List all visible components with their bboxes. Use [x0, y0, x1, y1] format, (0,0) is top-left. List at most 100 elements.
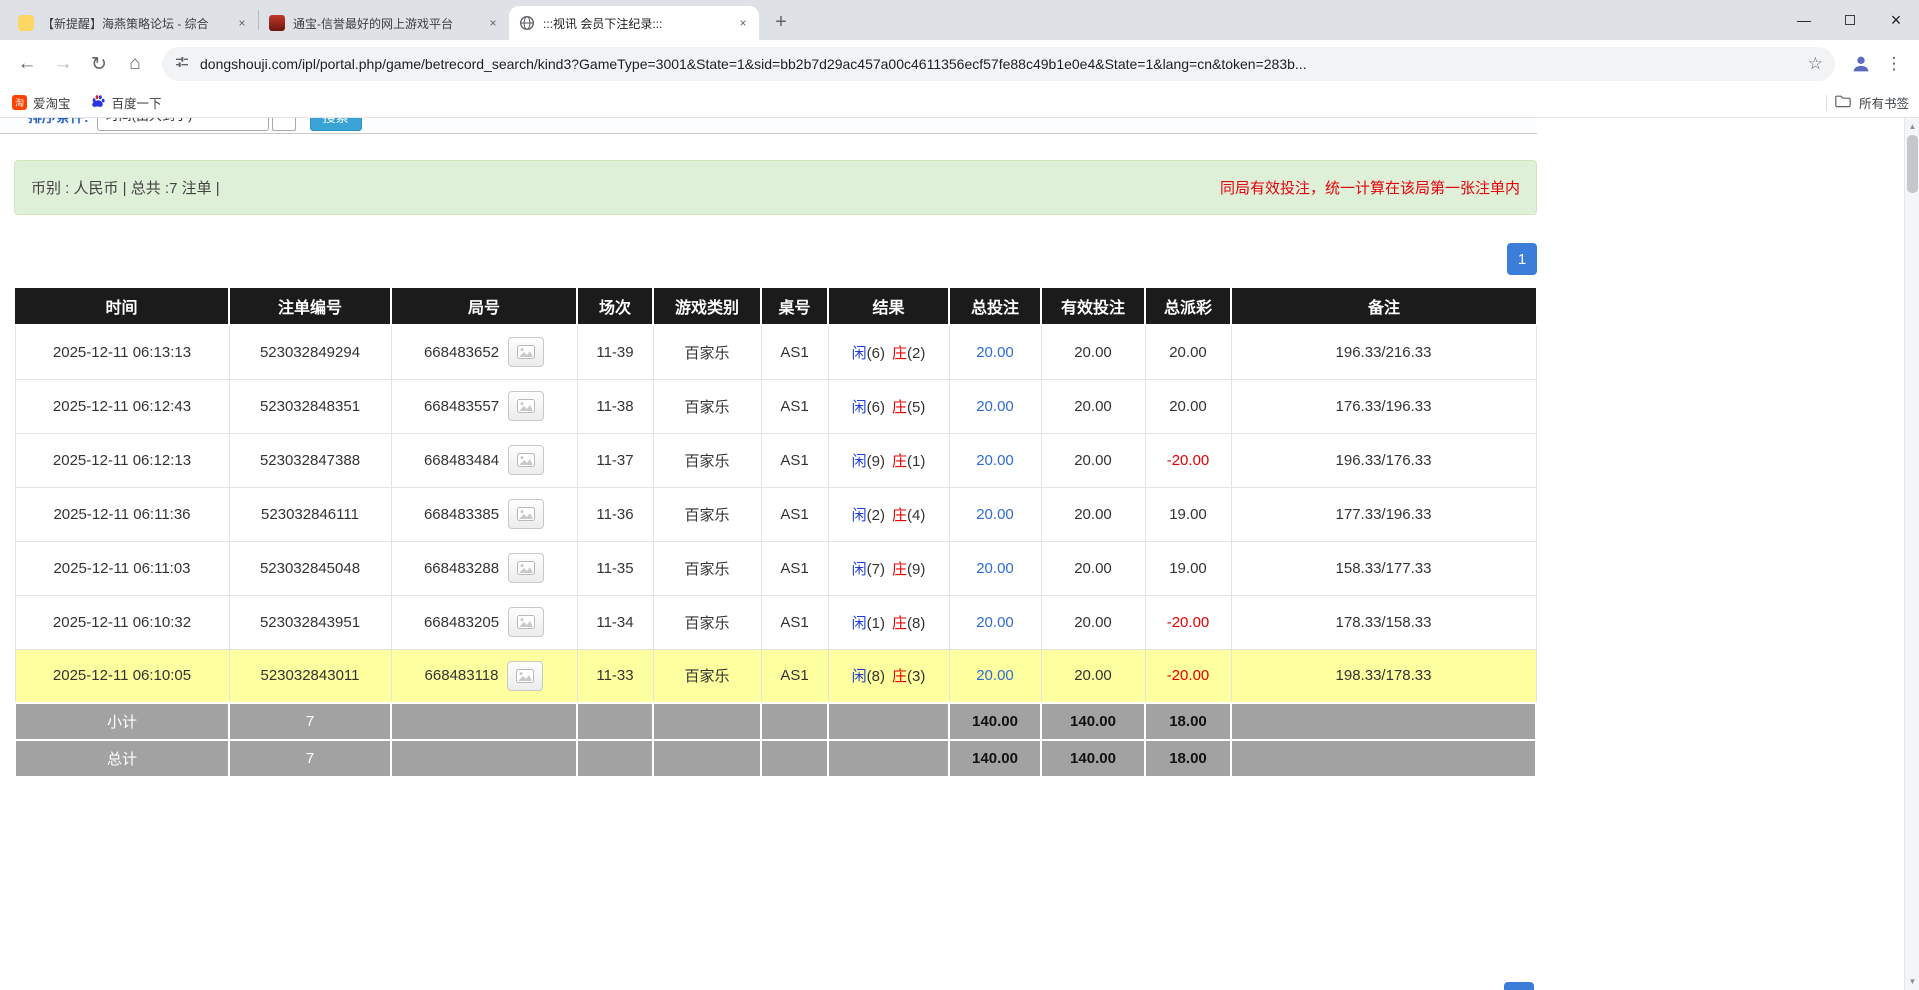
page-1-button[interactable]: 1 — [1507, 243, 1537, 275]
cell-game-type: 百家乐 — [653, 487, 761, 541]
scrollbar-thumb[interactable] — [1907, 135, 1918, 193]
search-button[interactable]: 搜索 — [310, 118, 362, 131]
close-tab-icon[interactable]: × — [735, 15, 751, 31]
cell-payout: 19.00 — [1145, 487, 1231, 541]
folder-icon — [1835, 94, 1851, 111]
result-player-num: (2) — [867, 507, 885, 524]
cell-total-bet[interactable]: 20.00 — [949, 325, 1041, 379]
new-tab-button[interactable]: + — [767, 8, 795, 36]
bookmark-star-icon[interactable]: ☆ — [1808, 54, 1823, 74]
minimize-button[interactable]: — — [1781, 0, 1827, 40]
cell-empty — [761, 740, 828, 777]
navigation-bar: ← → ↻ ⌂ dongshouji.com/ipl/portal.php/ga… — [0, 40, 1919, 88]
cell-empty — [761, 703, 828, 740]
bookmark-label: 百度一下 — [112, 93, 162, 112]
bookmark-baidu[interactable]: 百度一下 — [91, 93, 162, 112]
round-replay-button[interactable] — [508, 553, 544, 583]
cell-table-no: AS1 — [761, 595, 828, 649]
cell-game-type: 百家乐 — [653, 541, 761, 595]
result-player: 闲 — [852, 399, 867, 416]
forward-button[interactable]: → — [46, 47, 80, 81]
pagination-bottom-cutoff[interactable] — [1504, 982, 1534, 990]
result-banker: 庄 — [892, 507, 907, 524]
cell-bet-id: 523032848351 — [229, 379, 391, 433]
cell-payout: -20.00 — [1145, 433, 1231, 487]
cell-empty — [828, 703, 949, 740]
cell-total-bet[interactable]: 20.00 — [949, 379, 1041, 433]
cell-session: 11-36 — [577, 487, 653, 541]
cell-remark: 158.33/177.33 — [1231, 541, 1536, 595]
col-bet-id: 注单编号 — [229, 288, 391, 325]
result-player: 闲 — [852, 345, 867, 362]
result-banker-num: (2) — [907, 345, 925, 362]
result-banker: 庄 — [892, 399, 907, 416]
cell-remark: 177.33/196.33 — [1231, 487, 1536, 541]
cell-round-id: 668483288 — [391, 541, 577, 595]
cell-bet-id: 523032849294 — [229, 325, 391, 379]
close-window-button[interactable]: × — [1873, 0, 1919, 40]
bookmark-taobao[interactable]: 淘 爱淘宝 — [12, 93, 71, 112]
cell-total-bet[interactable]: 20.00 — [949, 595, 1041, 649]
cell-bet-id: 523032847388 — [229, 433, 391, 487]
cell-total-bet[interactable]: 20.00 — [949, 433, 1041, 487]
col-payout: 总派彩 — [1145, 288, 1231, 325]
result-player-num: (6) — [867, 399, 885, 416]
sort-spinner[interactable] — [272, 118, 296, 131]
cell-total-bet[interactable]: 20.00 — [949, 541, 1041, 595]
total-valid-bet: 140.00 — [1041, 740, 1145, 777]
round-replay-button[interactable] — [508, 499, 544, 529]
sort-select[interactable]: 时间(由大到小) — [97, 118, 269, 131]
tab-forum[interactable]: 【新提醒】海燕策略论坛 - 综合 × — [8, 6, 258, 40]
all-bookmarks[interactable]: 所有书签 — [1826, 93, 1909, 112]
refresh-button[interactable]: ↻ — [82, 47, 116, 81]
close-tab-icon[interactable]: × — [485, 15, 501, 31]
result-banker: 庄 — [892, 345, 907, 362]
total-label: 总计 — [15, 740, 229, 777]
scroll-down-icon[interactable]: ▼ — [1905, 977, 1919, 986]
subtotal-count: 7 — [229, 703, 391, 740]
round-id: 668483385 — [424, 506, 499, 523]
scroll-up-icon[interactable]: ▲ — [1905, 122, 1919, 131]
round-replay-button[interactable] — [508, 391, 544, 421]
cell-round-id: 668483385 — [391, 487, 577, 541]
cell-valid-bet: 20.00 — [1041, 325, 1145, 379]
cell-empty — [653, 740, 761, 777]
profile-avatar[interactable] — [1845, 48, 1877, 80]
cell-time: 2025-12-11 06:13:13 — [15, 325, 229, 379]
cell-valid-bet: 20.00 — [1041, 595, 1145, 649]
round-replay-button[interactable] — [508, 337, 544, 367]
tongbao-favicon-icon — [269, 15, 285, 31]
result-banker-num: (5) — [907, 399, 925, 416]
cell-result: 闲(2)庄(4) — [828, 487, 949, 541]
table-row: 2025-12-11 06:11:03 523032845048 6684832… — [15, 541, 1536, 595]
site-info-icon[interactable] — [174, 54, 190, 75]
cell-remark: 196.33/176.33 — [1231, 433, 1536, 487]
tab-bet-record[interactable]: :::视讯 会员下注纪录::: × — [509, 6, 759, 40]
close-tab-icon[interactable]: × — [234, 15, 250, 31]
cell-remark: 196.33/216.33 — [1231, 325, 1536, 379]
cell-empty — [653, 703, 761, 740]
vertical-scrollbar[interactable]: ▲ ▼ — [1904, 118, 1919, 990]
round-id: 668483557 — [424, 398, 499, 415]
cell-total-bet[interactable]: 20.00 — [949, 649, 1041, 703]
cell-table-no: AS1 — [761, 433, 828, 487]
cell-time: 2025-12-11 06:11:03 — [15, 541, 229, 595]
address-bar[interactable]: dongshouji.com/ipl/portal.php/game/betre… — [162, 47, 1835, 81]
tab-tongbao[interactable]: 通宝-信誉最好的网上游戏平台 × — [259, 6, 509, 40]
cell-total-bet[interactable]: 20.00 — [949, 487, 1041, 541]
cell-round-id: 668483205 — [391, 595, 577, 649]
replay-photo-icon — [517, 561, 535, 575]
home-button[interactable]: ⌂ — [118, 47, 152, 81]
round-replay-button[interactable] — [508, 445, 544, 475]
taobao-icon: 淘 — [12, 95, 27, 110]
cell-payout: 19.00 — [1145, 541, 1231, 595]
browser-menu-button[interactable]: ⋮ — [1879, 47, 1909, 81]
cell-empty — [1231, 740, 1536, 777]
cell-time: 2025-12-11 06:10:32 — [15, 595, 229, 649]
bet-record-table: 时间 注单编号 局号 场次 游戏类别 桌号 结果 总投注 有效投注 总派彩 备注… — [14, 288, 1537, 778]
round-replay-button[interactable] — [508, 607, 544, 637]
round-replay-button[interactable] — [507, 661, 543, 691]
cell-game-type: 百家乐 — [653, 433, 761, 487]
back-button[interactable]: ← — [10, 47, 44, 81]
maximize-button[interactable] — [1827, 0, 1873, 40]
